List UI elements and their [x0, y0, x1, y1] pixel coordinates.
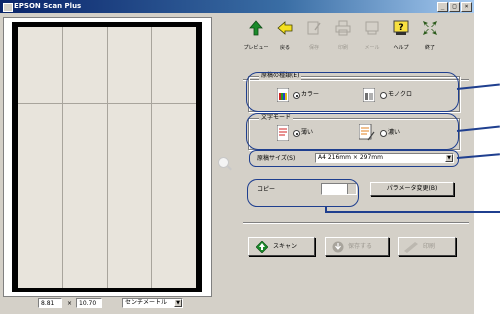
scan-arrow-icon [249, 20, 263, 36]
callout-oval [246, 113, 459, 150]
exit-icon [423, 21, 437, 35]
save-action-label: 保存する [348, 243, 373, 250]
mail-tool-label: メール [364, 45, 380, 51]
status-bar: 8.81 × 10.70 センチメートル ▼ [3, 298, 223, 311]
pen-icon [404, 242, 418, 253]
maximize-button[interactable]: □ [449, 2, 460, 12]
callout-oval [247, 179, 359, 207]
app-icon [3, 3, 13, 12]
callout-oval [249, 150, 459, 167]
grid-line [62, 27, 63, 288]
section-divider [243, 222, 469, 224]
minimize-button[interactable]: _ [437, 2, 448, 12]
width-field[interactable]: 8.81 [38, 298, 62, 308]
back-arrow-icon [277, 21, 293, 35]
grid-line [107, 27, 108, 288]
chevron-down-icon: ▼ [174, 299, 182, 307]
save-tool-button[interactable]: 保存 [301, 18, 327, 60]
window-controls: _ □ × [437, 2, 472, 12]
mail-icon [365, 21, 379, 35]
callout-oval [246, 72, 459, 112]
save-icon [332, 241, 344, 253]
preview-pane [3, 17, 212, 297]
svg-text:?: ? [398, 23, 403, 33]
title-bar: EPSON Scan Plus _ □ × [0, 0, 474, 13]
scan-button[interactable]: スキャン [248, 237, 315, 256]
save-action-button[interactable]: 保存する [325, 237, 389, 256]
save-tool-label: 保存 [308, 45, 319, 51]
help-label: ヘルプ [393, 45, 409, 51]
scan-area [12, 22, 202, 292]
toolbar: プレビュー 戻る 保存 印刷 メール ? ヘルプ 終了 [243, 18, 469, 81]
back-label: 戻る [279, 45, 290, 51]
exit-button[interactable]: 終了 [417, 18, 443, 60]
print-action-label: 印刷 [423, 243, 436, 250]
close-button[interactable]: × [461, 2, 472, 12]
preview-image[interactable] [18, 27, 196, 288]
grid-line [18, 103, 196, 104]
app-window: EPSON Scan Plus _ □ × 8.81 × 10.70 センチメー… [0, 0, 474, 314]
mail-tool-button[interactable]: メール [359, 18, 385, 60]
back-button[interactable]: 戻る [272, 18, 298, 60]
grid-line [151, 27, 152, 288]
unit-select[interactable]: センチメートル ▼ [122, 298, 183, 308]
window-title: EPSON Scan Plus [14, 2, 82, 10]
preview-button[interactable]: プレビュー [243, 18, 269, 60]
scan-icon [256, 241, 268, 253]
callout-line [325, 211, 474, 213]
callout-line [474, 211, 500, 213]
times-label: × [67, 300, 73, 307]
zoom-icon[interactable] [218, 157, 229, 168]
change-parameters-button[interactable]: パラメータ変更(B) [370, 182, 454, 196]
exit-label: 終了 [424, 45, 435, 51]
help-button[interactable]: ? ヘルプ [388, 18, 414, 60]
scan-label: スキャン [273, 243, 298, 250]
preview-label: プレビュー [243, 45, 269, 51]
print-icon [335, 20, 351, 36]
print-tool-label: 印刷 [337, 45, 348, 51]
print-tool-button[interactable]: 印刷 [330, 18, 356, 60]
help-icon: ? [393, 20, 409, 35]
height-field[interactable]: 10.70 [76, 298, 102, 308]
save-edit-icon [307, 21, 321, 35]
unit-select-value: センチメートル [125, 299, 168, 306]
print-action-button[interactable]: 印刷 [398, 237, 456, 256]
